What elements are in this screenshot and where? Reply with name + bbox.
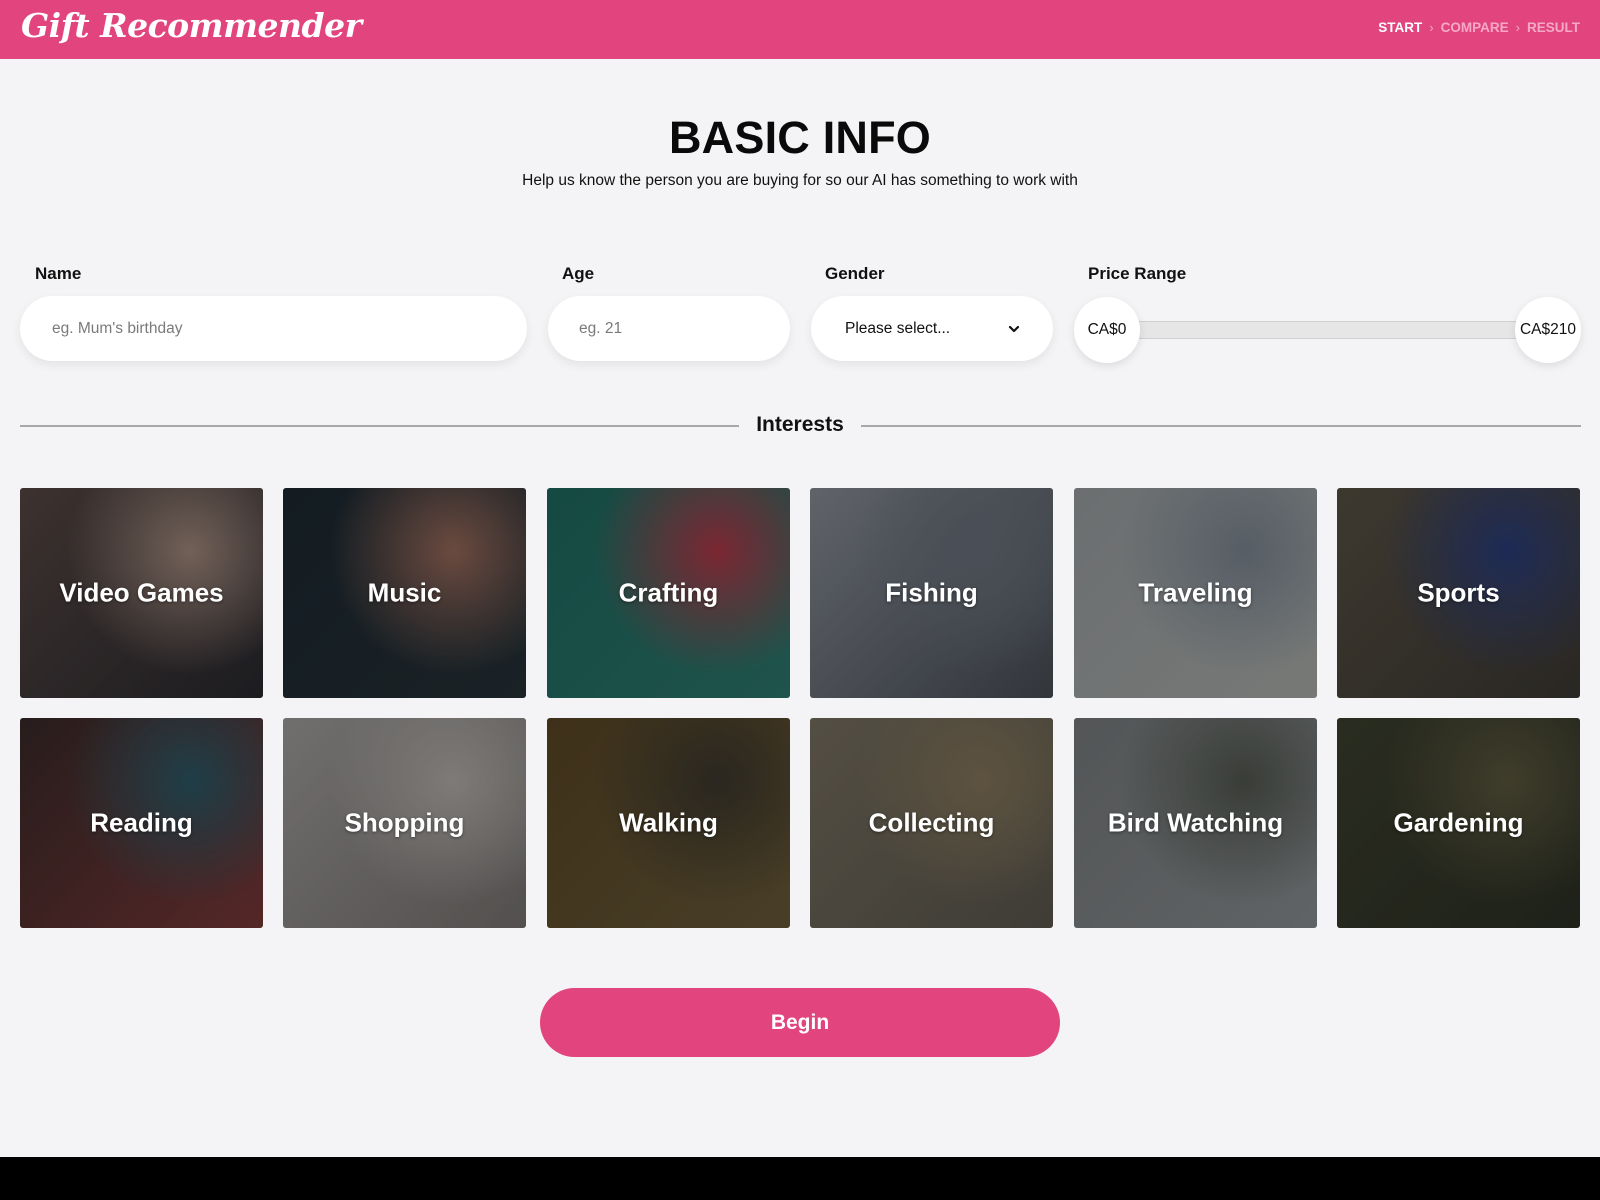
interest-tile-walking[interactable]: Walking: [547, 718, 790, 928]
page-subtitle: Help us know the person you are buying f…: [522, 172, 1078, 189]
name-label: Name: [35, 264, 82, 283]
app-logo[interactable]: Gift Recommender: [21, 6, 362, 45]
interest-tile-bird-watching[interactable]: Bird Watching: [1074, 718, 1317, 928]
step-result[interactable]: RESULT: [1527, 20, 1580, 35]
age-input[interactable]: [548, 319, 790, 338]
chevron-right-icon: ›: [1429, 20, 1434, 35]
interest-tile-music[interactable]: Music: [283, 488, 526, 698]
divider-right: [861, 425, 1581, 427]
age-field-container: [548, 296, 790, 361]
chevron-down-icon: [1008, 325, 1020, 332]
interest-tile-gardening[interactable]: Gardening: [1337, 718, 1580, 928]
tile-label: Music: [367, 577, 442, 608]
gender-select-value: Please select...: [845, 319, 951, 337]
price-max-handle[interactable]: CA$210: [1515, 297, 1581, 363]
tile-label: Crafting: [618, 577, 719, 608]
tile-label: Sports: [1417, 577, 1500, 608]
top-bar: Gift Recommender START › COMPARE › RESUL…: [0, 0, 1600, 59]
gender-label: Gender: [825, 264, 885, 283]
footer-band: [0, 1157, 1600, 1200]
interest-tile-reading[interactable]: Reading: [20, 718, 263, 928]
name-field-container: [20, 296, 527, 361]
tile-label: Collecting: [868, 807, 995, 838]
tile-label: Fishing: [885, 577, 978, 608]
divider-left: [20, 425, 739, 427]
name-input[interactable]: [20, 319, 527, 338]
page-title: BASIC INFO: [668, 112, 931, 163]
interest-tile-collecting[interactable]: Collecting: [810, 718, 1053, 928]
interests-heading: Interests: [756, 413, 844, 436]
price-min-handle[interactable]: CA$0: [1074, 297, 1140, 363]
price-range-label: Price Range: [1088, 264, 1187, 283]
gender-select[interactable]: Please select...: [811, 296, 1053, 361]
age-label: Age: [562, 264, 595, 283]
step-compare[interactable]: COMPARE: [1441, 20, 1509, 35]
price-range-track[interactable]: [1120, 321, 1520, 339]
progress-steps: START › COMPARE › RESULT: [1378, 20, 1580, 35]
begin-button[interactable]: Begin: [540, 988, 1060, 1057]
tile-label: Reading: [90, 807, 193, 838]
price-min-value: CA$0: [1087, 321, 1127, 338]
tile-label: Bird Watching: [1107, 807, 1284, 838]
interest-tile-fishing[interactable]: Fishing: [810, 488, 1053, 698]
tile-label: Video Games: [59, 577, 224, 608]
price-max-value: CA$210: [1519, 321, 1576, 338]
interest-tile-sports[interactable]: Sports: [1337, 488, 1580, 698]
tile-label: Traveling: [1138, 577, 1253, 608]
step-start[interactable]: START: [1378, 20, 1422, 35]
tile-label: Shopping: [344, 807, 465, 838]
interest-tile-crafting[interactable]: Crafting: [547, 488, 790, 698]
tile-label: Walking: [619, 807, 718, 838]
tile-label: Gardening: [1393, 807, 1524, 838]
chevron-right-icon: ›: [1515, 20, 1520, 35]
interest-tile-shopping[interactable]: Shopping: [283, 718, 526, 928]
interest-tile-video-games[interactable]: Video Games: [20, 488, 263, 698]
interest-tile-traveling[interactable]: Traveling: [1074, 488, 1317, 698]
